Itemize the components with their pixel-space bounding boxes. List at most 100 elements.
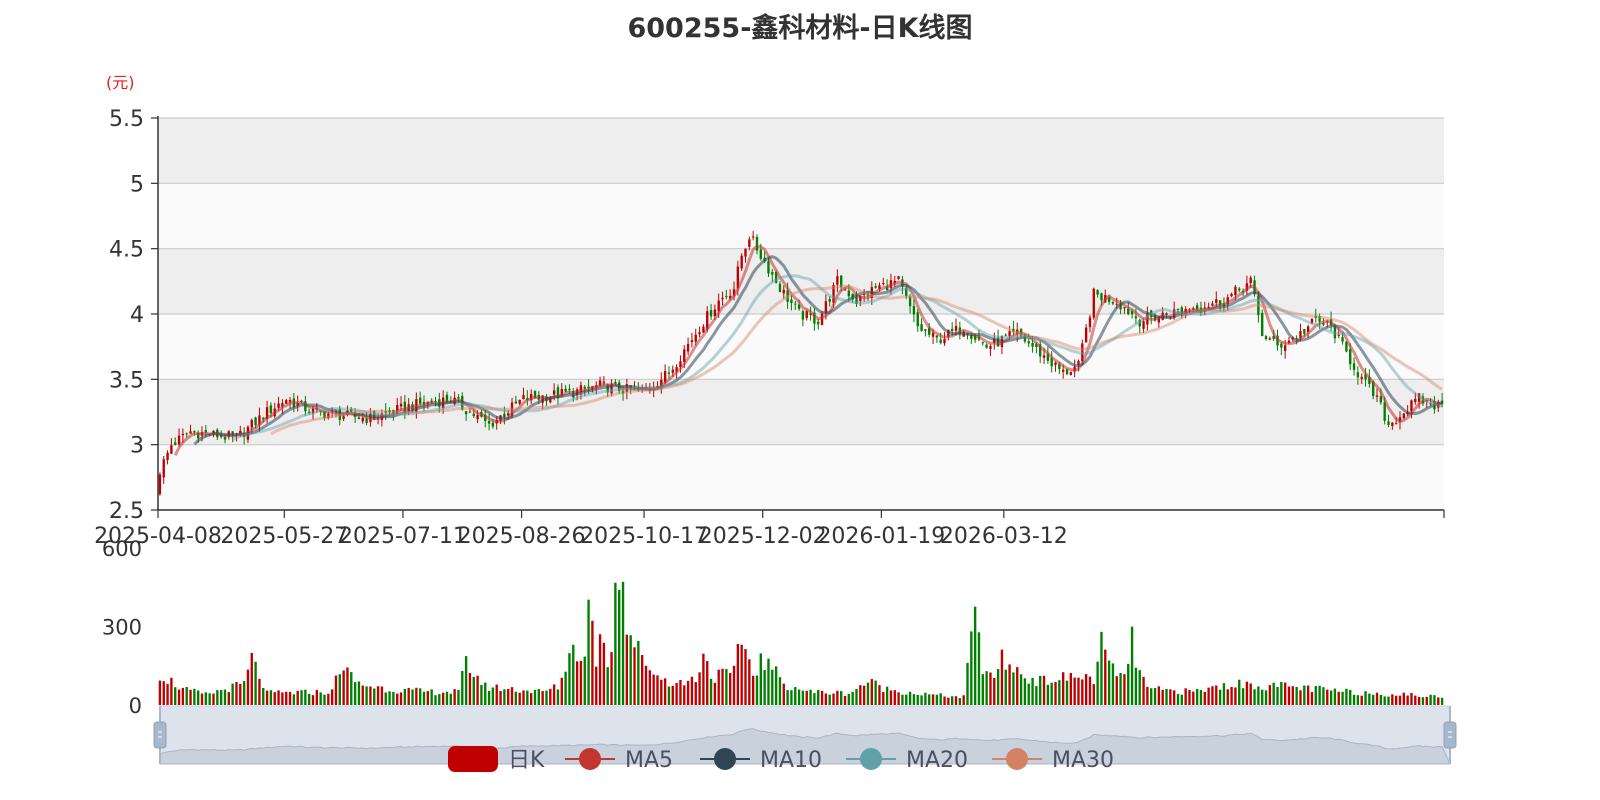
candle	[1092, 287, 1095, 320]
volume-bar	[809, 689, 812, 705]
volume-bar	[1433, 695, 1436, 705]
candle-body	[1352, 363, 1356, 370]
candle-body	[177, 435, 181, 445]
candle-body	[564, 388, 567, 392]
volume-bar	[1333, 688, 1337, 705]
volume-bar	[744, 649, 747, 705]
volume-bar	[403, 688, 407, 705]
volume-bar	[797, 689, 801, 705]
volume-bar	[644, 665, 648, 705]
candle-body	[162, 459, 165, 478]
candle-body	[778, 283, 782, 293]
volume-bar	[817, 690, 820, 705]
legend-icon-candle	[448, 746, 498, 772]
volume-bar	[1084, 674, 1088, 705]
volume-bar	[717, 669, 720, 705]
plot-band	[158, 314, 1444, 380]
volume-bar	[1012, 672, 1015, 705]
volume-bar	[373, 688, 376, 705]
candle-body	[342, 416, 345, 419]
volume-bar	[1165, 688, 1168, 705]
volume-bar	[824, 693, 828, 705]
volume-bar	[1391, 694, 1394, 705]
candle-body	[1394, 423, 1398, 425]
volume-bar	[897, 692, 900, 705]
candle-body	[602, 381, 606, 383]
legend-item[interactable]: MA30	[992, 748, 1114, 773]
volume-bar	[445, 691, 449, 705]
volume-bar	[1027, 683, 1030, 705]
candle-body	[1249, 277, 1252, 284]
candle-body	[1008, 331, 1011, 337]
legend-item[interactable]: MA20	[846, 748, 968, 773]
volume-bar	[453, 689, 456, 705]
volume-bar	[771, 669, 774, 705]
candle-body	[924, 329, 927, 331]
candle-body	[1084, 327, 1088, 343]
volume-bar	[568, 653, 571, 705]
volume-bar	[415, 687, 418, 705]
candle-body	[552, 390, 556, 395]
volume-bar	[457, 689, 460, 705]
candle-body	[399, 403, 403, 407]
volume-bar	[353, 682, 357, 705]
volume-bar	[794, 687, 797, 705]
volume-bar	[1375, 692, 1379, 705]
volume-bar	[885, 686, 889, 705]
volume-bar	[503, 689, 506, 705]
volume-bar	[564, 671, 567, 705]
volume-bar	[277, 690, 280, 705]
volume-bar	[970, 631, 973, 705]
volume-bar	[1169, 689, 1172, 705]
volume-bar	[1372, 694, 1375, 705]
candle-body	[1341, 337, 1344, 342]
volume-bar	[1421, 697, 1425, 705]
candle-body	[277, 403, 280, 408]
volume-bar	[197, 690, 200, 705]
volume-bar	[1092, 684, 1095, 705]
volume-bar	[1207, 687, 1210, 705]
volume-bar	[365, 686, 368, 705]
volume-bar	[162, 681, 165, 705]
volume-bar	[350, 672, 353, 705]
volume-bar	[640, 655, 644, 705]
legend-item[interactable]: 日K	[448, 746, 545, 773]
volume-bar	[449, 693, 452, 705]
volume-bar	[265, 690, 269, 705]
volume-bar	[1146, 686, 1149, 705]
y-tick-label: 3	[130, 434, 144, 459]
volume-bar	[1306, 685, 1310, 705]
volume-bar	[311, 695, 315, 705]
candle-body	[950, 328, 954, 332]
volume-bar	[399, 692, 403, 705]
legend-icon-dot	[860, 748, 882, 770]
volume-bar	[1073, 677, 1076, 705]
volume-bar	[767, 658, 770, 705]
candle-body	[954, 325, 958, 331]
volume-bar	[235, 682, 238, 705]
volume-bar	[1107, 660, 1111, 705]
volume-bar	[729, 672, 732, 705]
volume-bar	[1203, 691, 1206, 705]
volume-bar	[575, 661, 579, 705]
volume-bar	[648, 670, 652, 705]
candle-body	[790, 299, 793, 304]
legend-label: MA5	[625, 748, 673, 773]
volume-bar	[200, 693, 204, 705]
volume-bar	[621, 581, 625, 705]
candle-body	[939, 339, 942, 343]
legend-item[interactable]: MA10	[700, 748, 822, 773]
candle-body	[767, 261, 770, 274]
volume-bar	[407, 687, 410, 705]
candle-body	[1261, 312, 1264, 336]
volume-bar	[801, 690, 805, 705]
volume-bar	[480, 684, 483, 705]
candle-body	[1176, 308, 1180, 310]
volume-bar	[472, 676, 475, 705]
volume-bar	[319, 692, 322, 705]
volume-bar	[1414, 695, 1417, 705]
volume-bar	[507, 688, 510, 705]
volume-bar	[288, 691, 292, 705]
volume-bar	[1008, 664, 1011, 705]
volume-bar	[361, 685, 364, 705]
